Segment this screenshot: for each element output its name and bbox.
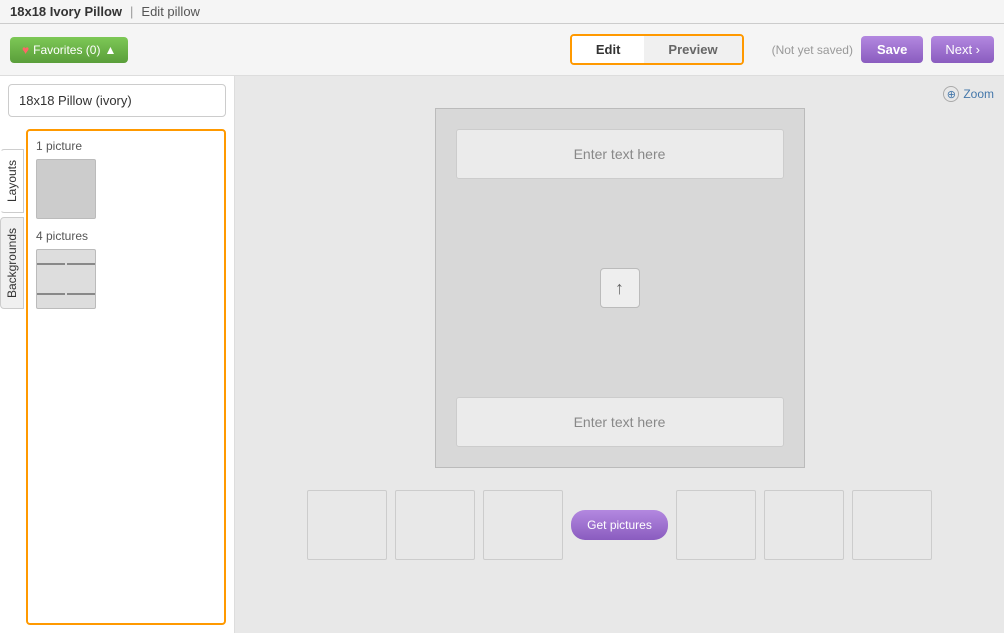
not-saved-status: (Not yet saved) (772, 43, 853, 57)
top-text-field[interactable]: Enter text here (456, 129, 784, 179)
next-button[interactable]: Next › (931, 36, 994, 63)
bottom-strip: Get pictures (297, 484, 942, 566)
save-button[interactable]: Save (861, 36, 923, 63)
sidebar: 18x18 Pillow (ivory) Layouts Backgrounds… (0, 76, 235, 633)
canvas-area: ⊕ Zoom Enter text here ↑ Enter text here… (235, 76, 1004, 633)
bottom-text-field[interactable]: Enter text here (456, 397, 784, 447)
favorites-label: Favorites (0) (33, 43, 100, 57)
layout-1-label: 1 picture (36, 139, 216, 153)
photo-thumb-2[interactable] (395, 490, 475, 560)
upload-button[interactable]: ↑ (600, 268, 640, 308)
layouts-panel: 1 picture 4 pictures (26, 129, 226, 625)
heart-icon: ♥ (22, 43, 29, 57)
quad-cell-1 (37, 263, 65, 265)
photo-thumb-6[interactable] (852, 490, 932, 560)
backgrounds-tab[interactable]: Backgrounds (0, 217, 24, 309)
zoom-control[interactable]: ⊕ Zoom (943, 86, 994, 102)
favorites-chevron: ▲ (104, 43, 116, 57)
title-bar: 18x18 Ivory Pillow | Edit pillow (0, 0, 1004, 24)
layout-4-label: 4 pictures (36, 229, 216, 243)
toolbar: ♥ Favorites (0) ▲ Edit Preview (Not yet … (0, 24, 1004, 76)
photo-thumb-3[interactable] (483, 490, 563, 560)
quad-cell-2 (67, 263, 95, 265)
upload-icon-area: ↑ (600, 179, 640, 397)
edit-preview-tabs: Edit Preview (570, 34, 744, 65)
preview-tab[interactable]: Preview (644, 36, 741, 63)
zoom-label: Zoom (963, 87, 994, 101)
upload-arrow-icon: ↑ (615, 278, 624, 299)
pillow-name: 18x18 Pillow (ivory) (8, 84, 226, 117)
edit-pillow-label: Edit pillow (141, 4, 200, 19)
photo-thumb-4[interactable] (676, 490, 756, 560)
side-tabs: Layouts Backgrounds (0, 149, 24, 309)
pillow-canvas: Enter text here ↑ Enter text here (435, 108, 805, 468)
get-pictures-button[interactable]: Get pictures (571, 510, 668, 540)
photo-thumb-1[interactable] (307, 490, 387, 560)
layouts-tab[interactable]: Layouts (0, 149, 24, 213)
photo-thumb-5[interactable] (764, 490, 844, 560)
layout-4-thumb[interactable] (36, 249, 96, 309)
zoom-plus-icon: ⊕ (943, 86, 959, 102)
product-title: 18x18 Ivory Pillow (10, 4, 122, 19)
panel-area: Layouts Backgrounds 1 picture 4 pictures (8, 129, 226, 625)
edit-tab[interactable]: Edit (572, 36, 645, 63)
main-area: 18x18 Pillow (ivory) Layouts Backgrounds… (0, 76, 1004, 633)
quad-cell-4 (67, 293, 95, 295)
layout-1-thumb[interactable] (36, 159, 96, 219)
favorites-button[interactable]: ♥ Favorites (0) ▲ (10, 37, 128, 63)
quad-cell-3 (37, 293, 65, 295)
title-separator: | (130, 4, 133, 19)
